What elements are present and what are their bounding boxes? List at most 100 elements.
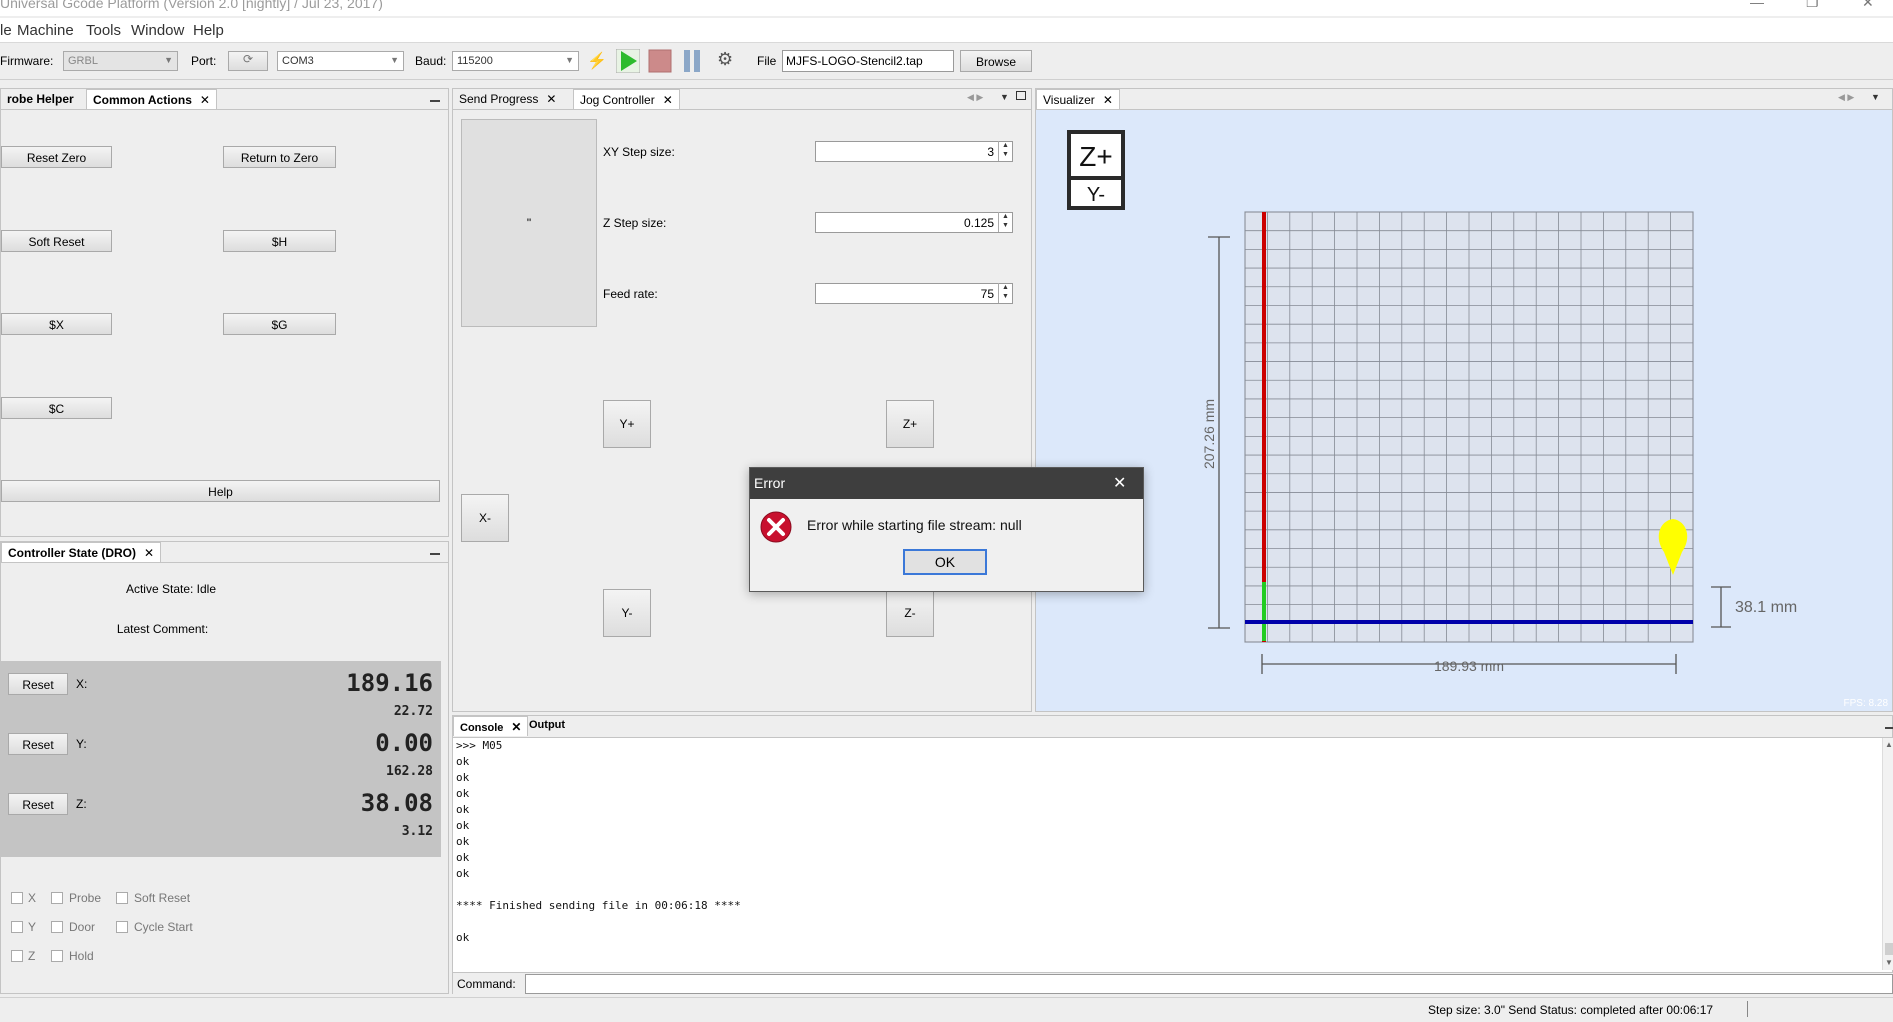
minimize-icon[interactable]: [430, 100, 440, 102]
tab-probe-helper[interactable]: robe Helper: [1, 89, 80, 109]
check-mode-button[interactable]: $C: [1, 397, 112, 419]
close-icon[interactable]: ✕: [663, 93, 673, 107]
close-window-button[interactable]: ✕: [1862, 0, 1874, 11]
parser-state-button[interactable]: $G: [223, 313, 336, 335]
port-select[interactable]: COM3 ▼: [277, 51, 404, 71]
visualizer-svg[interactable]: Z+ Y- 207.26 mm 189.93 mm 38.1 mm FPS: 8…: [1036, 110, 1892, 711]
maximize-icon[interactable]: [1016, 91, 1026, 100]
pin-door-checkbox[interactable]: [51, 921, 63, 933]
pin-probe-checkbox[interactable]: [51, 892, 63, 904]
tab-console[interactable]: Console ✕: [453, 716, 529, 736]
width-dimension-label: 189.93 mm: [1434, 658, 1504, 674]
xy-step-spinner[interactable]: ▲ ▼: [998, 141, 1013, 161]
scroll-tabs-icon[interactable]: ◀ ▶: [1838, 92, 1854, 103]
spin-up-icon[interactable]: ▲: [1002, 284, 1009, 291]
file-path-field[interactable]: MJFS-LOGO-Stencil2.tap: [782, 50, 954, 72]
home-button[interactable]: $H: [223, 230, 336, 252]
menu-machine[interactable]: Machine: [17, 22, 74, 39]
jog-x-minus-button[interactable]: X-: [461, 494, 509, 542]
tab-list-icon[interactable]: ▼: [1000, 92, 1009, 102]
pin-y-checkbox[interactable]: [11, 921, 23, 933]
refresh-ports-button[interactable]: ⟳: [228, 51, 268, 71]
tab-label: Visualizer: [1043, 93, 1095, 107]
tab-send-progress[interactable]: Send Progress ✕: [453, 89, 562, 109]
jog-z-plus-button[interactable]: Z+: [886, 400, 934, 448]
spin-down-icon[interactable]: ▼: [1002, 151, 1009, 158]
soft-reset-button[interactable]: Soft Reset: [1, 230, 112, 252]
stop-icon[interactable]: [648, 49, 672, 73]
minimize-button[interactable]: —: [1750, 0, 1764, 10]
tab-list-icon[interactable]: ▼: [1871, 92, 1880, 102]
visualizer-canvas[interactable]: Z+ Y- 207.26 mm 189.93 mm 38.1 mm FPS: 8…: [1036, 110, 1892, 711]
menu-file[interactable]: le: [0, 22, 12, 39]
feed-rate-input[interactable]: 75: [815, 283, 1013, 304]
minimize-icon[interactable]: [430, 553, 440, 555]
tab-common-actions[interactable]: Common Actions ✕: [86, 89, 217, 109]
console-line: ok: [456, 835, 470, 848]
z-work-position: 3.12: [401, 824, 433, 839]
pin-z-checkbox[interactable]: [11, 950, 23, 962]
z-axis-label: Z:: [76, 797, 87, 811]
xy-step-input[interactable]: 3: [815, 141, 1013, 162]
tab-controller-state[interactable]: Controller State (DRO) ✕: [1, 542, 162, 562]
close-icon[interactable]: ✕: [546, 92, 556, 106]
spin-up-icon[interactable]: ▲: [1002, 213, 1009, 220]
console-scrollbar[interactable]: ▲ ▼: [1882, 738, 1893, 970]
close-icon[interactable]: ✕: [200, 93, 210, 107]
pin-y-label: Y: [28, 920, 37, 934]
jog-y-plus-button[interactable]: Y+: [603, 400, 651, 448]
scroll-down-icon[interactable]: ▼: [1885, 958, 1893, 967]
pin-cycle-start-checkbox[interactable]: [116, 921, 128, 933]
menu-window[interactable]: Window: [131, 22, 184, 39]
jog-z-minus-button[interactable]: Z-: [886, 589, 934, 637]
keyboard-jog-pad[interactable]: ": [461, 119, 597, 327]
spin-up-icon[interactable]: ▲: [1002, 142, 1009, 149]
reset-y-button[interactable]: Reset: [8, 733, 68, 755]
console-line: ok: [456, 931, 470, 944]
dro-tabbar: Controller State (DRO) ✕: [1, 542, 448, 563]
dialog-ok-button[interactable]: OK: [903, 549, 987, 575]
kill-alarm-button[interactable]: $X: [1, 313, 112, 335]
close-icon[interactable]: ✕: [511, 720, 521, 734]
reset-z-button[interactable]: Reset: [8, 793, 68, 815]
cube-top-label: Z+: [1079, 141, 1112, 172]
pin-soft-reset-checkbox[interactable]: [116, 892, 128, 904]
scroll-tabs-icon[interactable]: ◀ ▶: [967, 92, 983, 103]
close-icon[interactable]: ✕: [1103, 93, 1113, 107]
reset-x-button[interactable]: Reset: [8, 673, 68, 695]
orientation-cube[interactable]: Z+ Y-: [1067, 130, 1125, 210]
maximize-button[interactable]: ❐: [1806, 0, 1819, 11]
tab-jog-controller[interactable]: Jog Controller ✕: [573, 89, 680, 109]
command-input[interactable]: [525, 974, 1893, 994]
tab-label: Output: [529, 719, 566, 731]
dialog-close-icon[interactable]: ✕: [1113, 473, 1126, 493]
play-icon[interactable]: [616, 49, 640, 73]
browse-button[interactable]: Browse: [960, 50, 1032, 72]
machine-icon[interactable]: ⚙: [717, 49, 733, 70]
help-button[interactable]: Help: [1, 480, 440, 502]
close-icon[interactable]: ✕: [144, 546, 154, 560]
feed-rate-spinner[interactable]: ▲ ▼: [998, 283, 1013, 303]
menu-help[interactable]: Help: [193, 22, 224, 39]
connect-plug-icon[interactable]: ⚡: [587, 51, 607, 71]
console-line: ok: [456, 755, 470, 768]
spin-down-icon[interactable]: ▼: [1002, 222, 1009, 229]
menu-tools[interactable]: Tools: [86, 22, 121, 39]
tab-visualizer[interactable]: Visualizer ✕: [1036, 89, 1120, 109]
scroll-thumb[interactable]: [1885, 943, 1893, 955]
return-to-zero-button[interactable]: Return to Zero: [223, 146, 336, 168]
firmware-select[interactable]: GRBL ▼: [63, 51, 178, 71]
pin-hold-checkbox[interactable]: [51, 950, 63, 962]
scroll-up-icon[interactable]: ▲: [1885, 740, 1893, 749]
reset-zero-button[interactable]: Reset Zero: [1, 146, 112, 168]
z-step-spinner[interactable]: ▲ ▼: [998, 212, 1013, 232]
z-step-input[interactable]: 0.125: [815, 212, 1013, 233]
pin-x-checkbox[interactable]: [11, 892, 23, 904]
minimize-icon[interactable]: [1885, 727, 1893, 729]
jog-y-minus-button[interactable]: Y-: [603, 589, 651, 637]
tab-output[interactable]: Output: [523, 716, 571, 736]
spin-down-icon[interactable]: ▼: [1002, 293, 1009, 300]
baud-select[interactable]: 115200 ▼: [452, 51, 579, 71]
x-axis-label: X:: [76, 677, 88, 691]
pause-icon[interactable]: [680, 49, 704, 73]
